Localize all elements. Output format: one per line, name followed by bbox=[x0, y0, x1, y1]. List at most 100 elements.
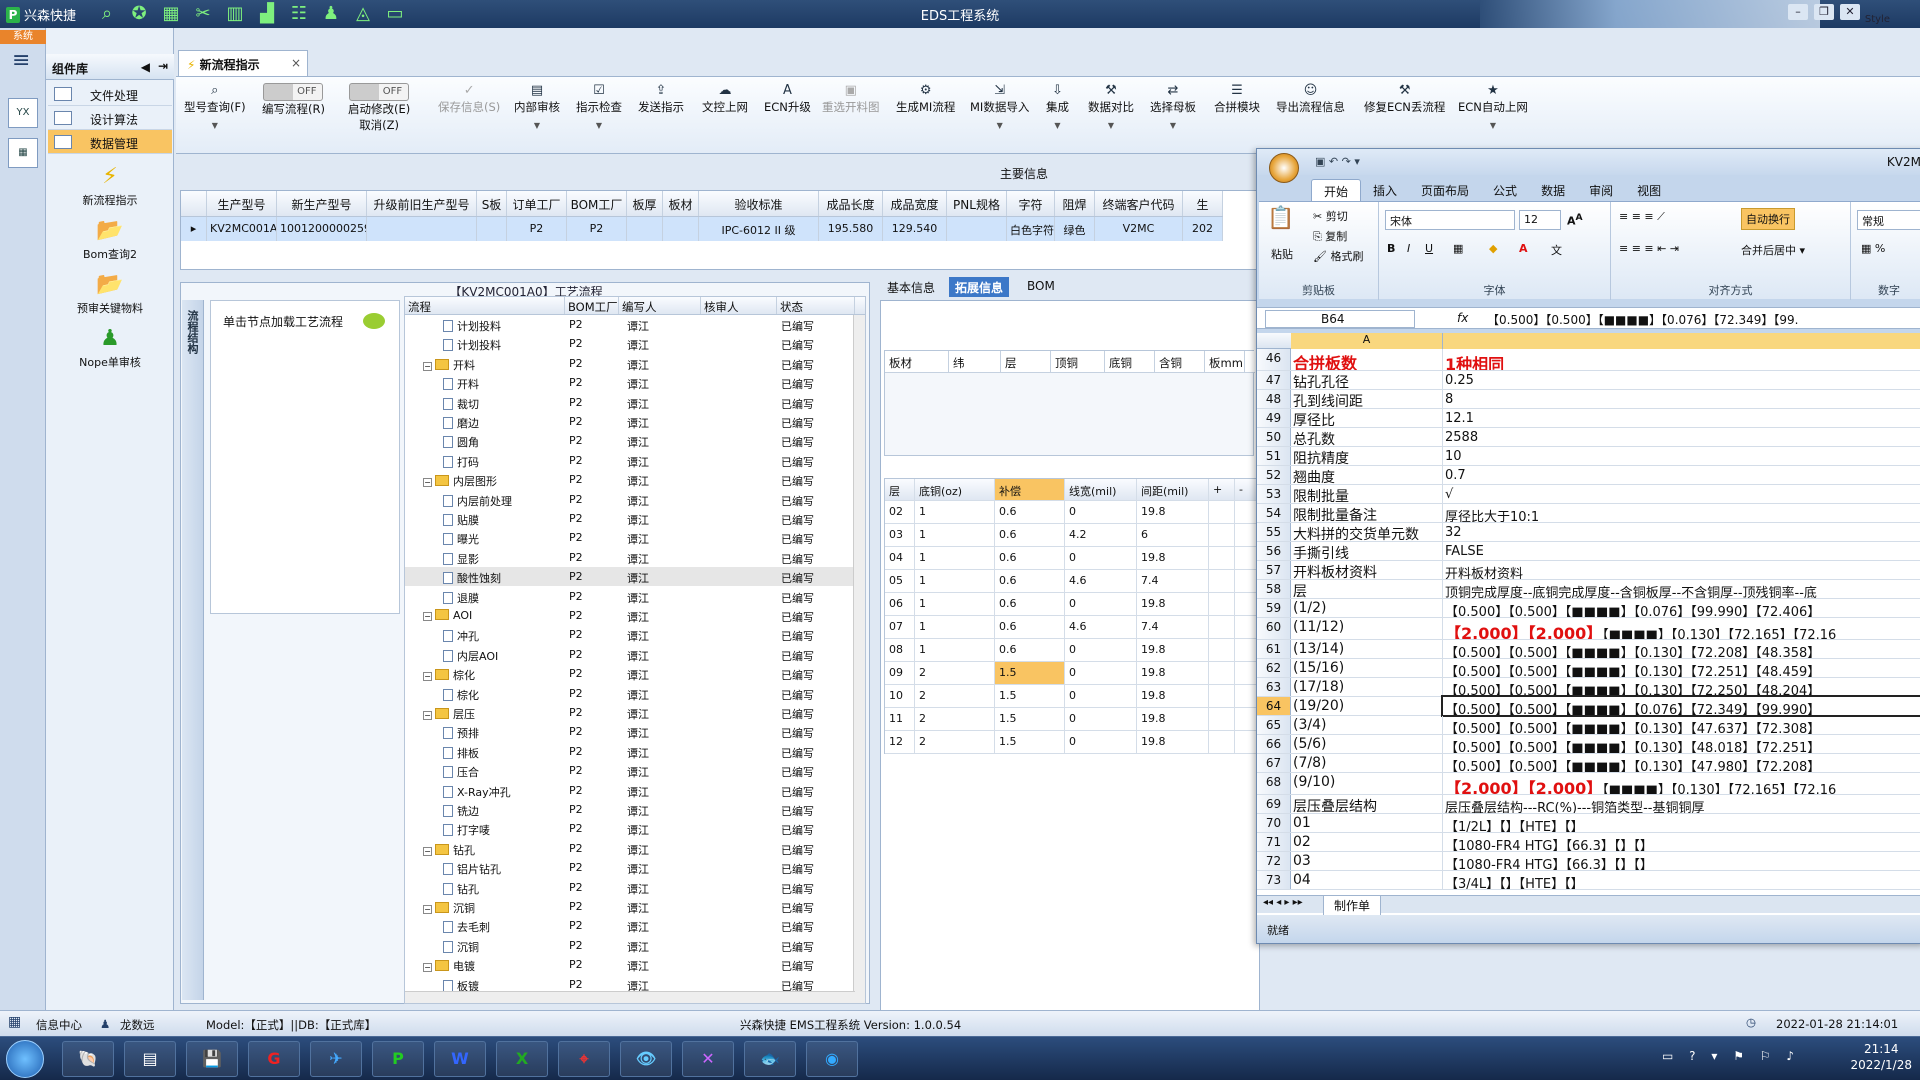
col-author[interactable]: 编写人 bbox=[619, 297, 701, 314]
tree-node[interactable]: 开料 bbox=[405, 373, 565, 392]
dropdown-icon[interactable]: ▼ bbox=[184, 121, 246, 130]
layer-cell[interactable]: 0.6 bbox=[995, 547, 1065, 569]
cut-button[interactable]: ✂ 剪切 bbox=[1313, 208, 1348, 224]
layer-cell[interactable]: 19.8 bbox=[1137, 662, 1209, 684]
layer-cell[interactable]: 2 bbox=[915, 685, 995, 707]
grid-header-cell[interactable]: 阻焊 bbox=[1055, 191, 1095, 216]
layer-cell[interactable]: 02 bbox=[885, 501, 915, 523]
cell-b[interactable]: 1种相同 bbox=[1443, 349, 1920, 370]
layer-cell[interactable]: 0.6 bbox=[995, 616, 1065, 638]
paste-icon[interactable]: 📋 bbox=[1267, 206, 1295, 236]
row-number[interactable]: 59 bbox=[1257, 599, 1291, 617]
layer-cell[interactable]: 0.6 bbox=[995, 593, 1065, 615]
tree-row[interactable]: 沉铜 P2 谭江 已编写 bbox=[405, 936, 855, 955]
data-compare-button[interactable]: ⚒ 数据对比 ▼ bbox=[1088, 83, 1134, 130]
cell-a[interactable]: 层 bbox=[1291, 580, 1443, 598]
tree-row[interactable]: 铣边 P2 谭江 已编写 bbox=[405, 800, 855, 819]
grow-font-icon[interactable]: AA bbox=[1567, 212, 1583, 228]
taskbar-app-icon[interactable]: 👁 bbox=[620, 1041, 672, 1077]
ribbon-tab[interactable]: 插入 bbox=[1361, 179, 1409, 201]
cell-b[interactable]: 10 bbox=[1443, 447, 1920, 465]
send-instruction-button[interactable]: ⇪ 发送指示 bbox=[638, 83, 684, 115]
layer-cell[interactable]: 1.5 bbox=[995, 731, 1065, 753]
font-color-icon[interactable]: A bbox=[1519, 242, 1528, 255]
layer-row[interactable]: 03 1 0.6 4.2 6 bbox=[885, 524, 1261, 547]
layer-cell[interactable]: 1 bbox=[915, 524, 995, 546]
cell-a[interactable]: 钻孔孔径 bbox=[1291, 371, 1443, 389]
layer-cell[interactable]: 06 bbox=[885, 593, 915, 615]
cell-b[interactable]: 【1080-FR4 HTG】【66.3】【】【】 bbox=[1443, 833, 1920, 851]
wrap-text-button[interactable]: 自动换行 bbox=[1741, 208, 1795, 230]
layer-cell[interactable]: 0 bbox=[1065, 662, 1137, 684]
close-icon[interactable]: ✕ bbox=[1840, 4, 1860, 20]
taskbar-app-icon[interactable]: ✈ bbox=[310, 1041, 362, 1077]
row-number[interactable]: 64 bbox=[1257, 697, 1291, 715]
layer-cell[interactable]: 0 bbox=[1065, 708, 1137, 730]
tree-node[interactable]: 计划投料 bbox=[405, 334, 565, 353]
tree-node[interactable]: − 沉铜 bbox=[405, 897, 565, 916]
name-box[interactable]: B64 bbox=[1265, 310, 1415, 328]
row-number[interactable]: 68 bbox=[1257, 773, 1291, 794]
nav-design-algorithm[interactable]: 设计算法 bbox=[48, 106, 172, 130]
row-number[interactable]: 73 bbox=[1257, 871, 1291, 889]
layer-header-cell[interactable]: 线宽(mil) bbox=[1065, 479, 1137, 500]
tool-bom-query[interactable]: 📂 Bom查询2 bbox=[48, 216, 172, 270]
tree-node[interactable]: 贴膜 bbox=[405, 509, 565, 528]
row-number[interactable]: 51 bbox=[1257, 447, 1291, 465]
cell-b[interactable]: 层压叠层结构---RC(%)---铜箔类型--基铜铜厚 bbox=[1443, 795, 1920, 813]
cell-b[interactable]: 0.7 bbox=[1443, 466, 1920, 484]
cell-b[interactable]: 【0.500】【0.500】【■■■■】【0.076】【99.990】【72.4… bbox=[1443, 599, 1920, 617]
toggle-switch[interactable]: OFF bbox=[349, 83, 410, 101]
expand-toggle-icon[interactable]: − bbox=[423, 672, 432, 682]
grid-cell[interactable]: 10012000002591 bbox=[277, 217, 367, 241]
cell-b[interactable]: √ bbox=[1443, 485, 1920, 503]
cell-a[interactable]: (11/12) bbox=[1291, 618, 1443, 639]
cell-a[interactable]: 限制批量 bbox=[1291, 485, 1443, 503]
layer-row[interactable]: 10 2 1.5 0 19.8 bbox=[885, 685, 1261, 708]
layer-cell[interactable]: 04 bbox=[885, 547, 915, 569]
grid-header-cell[interactable]: 字符 bbox=[1007, 191, 1055, 216]
cell-a[interactable]: 开料板材资料 bbox=[1291, 561, 1443, 579]
reselect-cutting-button[interactable]: ▣ 重选开料图 bbox=[822, 83, 880, 115]
grid-data-row[interactable]: ▸KV2MC001A010012000002591 P2P2 IPC-6012 II… bbox=[181, 217, 1223, 241]
layer-cell[interactable]: 03 bbox=[885, 524, 915, 546]
layer-cell[interactable]: 1 bbox=[915, 570, 995, 592]
column-b-header[interactable] bbox=[1443, 333, 1920, 349]
minimize-icon[interactable]: – bbox=[1788, 4, 1808, 20]
row-number[interactable]: 52 bbox=[1257, 466, 1291, 484]
layer-header-cell[interactable]: 间距(mil) bbox=[1137, 479, 1209, 500]
cell-b[interactable]: 12.1 bbox=[1443, 409, 1920, 427]
grid-cell[interactable] bbox=[947, 217, 1007, 241]
layer-cell[interactable]: 19.8 bbox=[1137, 708, 1209, 730]
layer-cell[interactable]: 1.5 bbox=[995, 662, 1065, 684]
tree-node[interactable]: − 电镀 bbox=[405, 955, 565, 974]
ecn-upgrade-button[interactable]: A ECN升级 bbox=[764, 83, 811, 115]
ribbon-tab[interactable]: 公式 bbox=[1481, 179, 1529, 201]
layer-cell[interactable]: 12 bbox=[885, 731, 915, 753]
cell-b[interactable]: 32 bbox=[1443, 523, 1920, 541]
pin-icon[interactable]: ⇥ bbox=[158, 59, 168, 73]
layer-cell[interactable]: 4.6 bbox=[1065, 570, 1137, 592]
dropdown-icon[interactable]: ▼ bbox=[1046, 121, 1069, 130]
dropdown-icon[interactable]: ▼ bbox=[514, 121, 560, 130]
row-number[interactable]: 56 bbox=[1257, 542, 1291, 560]
tree-row[interactable]: − 棕化 P2 谭江 已编写 bbox=[405, 664, 855, 683]
tab-bom[interactable]: BOM bbox=[1021, 277, 1061, 297]
cell-a[interactable]: (13/14) bbox=[1291, 640, 1443, 658]
grid-header-cell[interactable]: 生产型号 bbox=[207, 191, 277, 216]
dropdown-icon[interactable]: ▼ bbox=[1458, 121, 1528, 130]
tree-node[interactable]: − 层压 bbox=[405, 703, 565, 722]
layer-cell[interactable]: 1 bbox=[915, 547, 995, 569]
merge-module-button[interactable]: ☰ 合拼模块 bbox=[1214, 83, 1260, 115]
col-reviewer[interactable]: 核审人 bbox=[701, 297, 777, 314]
material-header-cell[interactable]: 层 bbox=[1001, 351, 1051, 372]
info-center-link[interactable]: 信息中心 bbox=[36, 1017, 82, 1033]
taskbar-app-icon[interactable]: ⌖ bbox=[558, 1041, 610, 1077]
system-tray-icons[interactable]: ▭ ? ▾ ⚑ ⚐ ♪ bbox=[1662, 1049, 1800, 1063]
system-tab[interactable]: 系统 bbox=[0, 30, 46, 44]
expand-toggle-icon[interactable]: − bbox=[423, 711, 432, 720]
layer-cell[interactable]: 19.8 bbox=[1137, 731, 1209, 753]
grid-cell[interactable] bbox=[477, 217, 507, 241]
grid-header-cell[interactable]: 升级前旧生产型号 bbox=[367, 191, 477, 216]
calculator-icon[interactable]: ▦ bbox=[8, 138, 38, 168]
